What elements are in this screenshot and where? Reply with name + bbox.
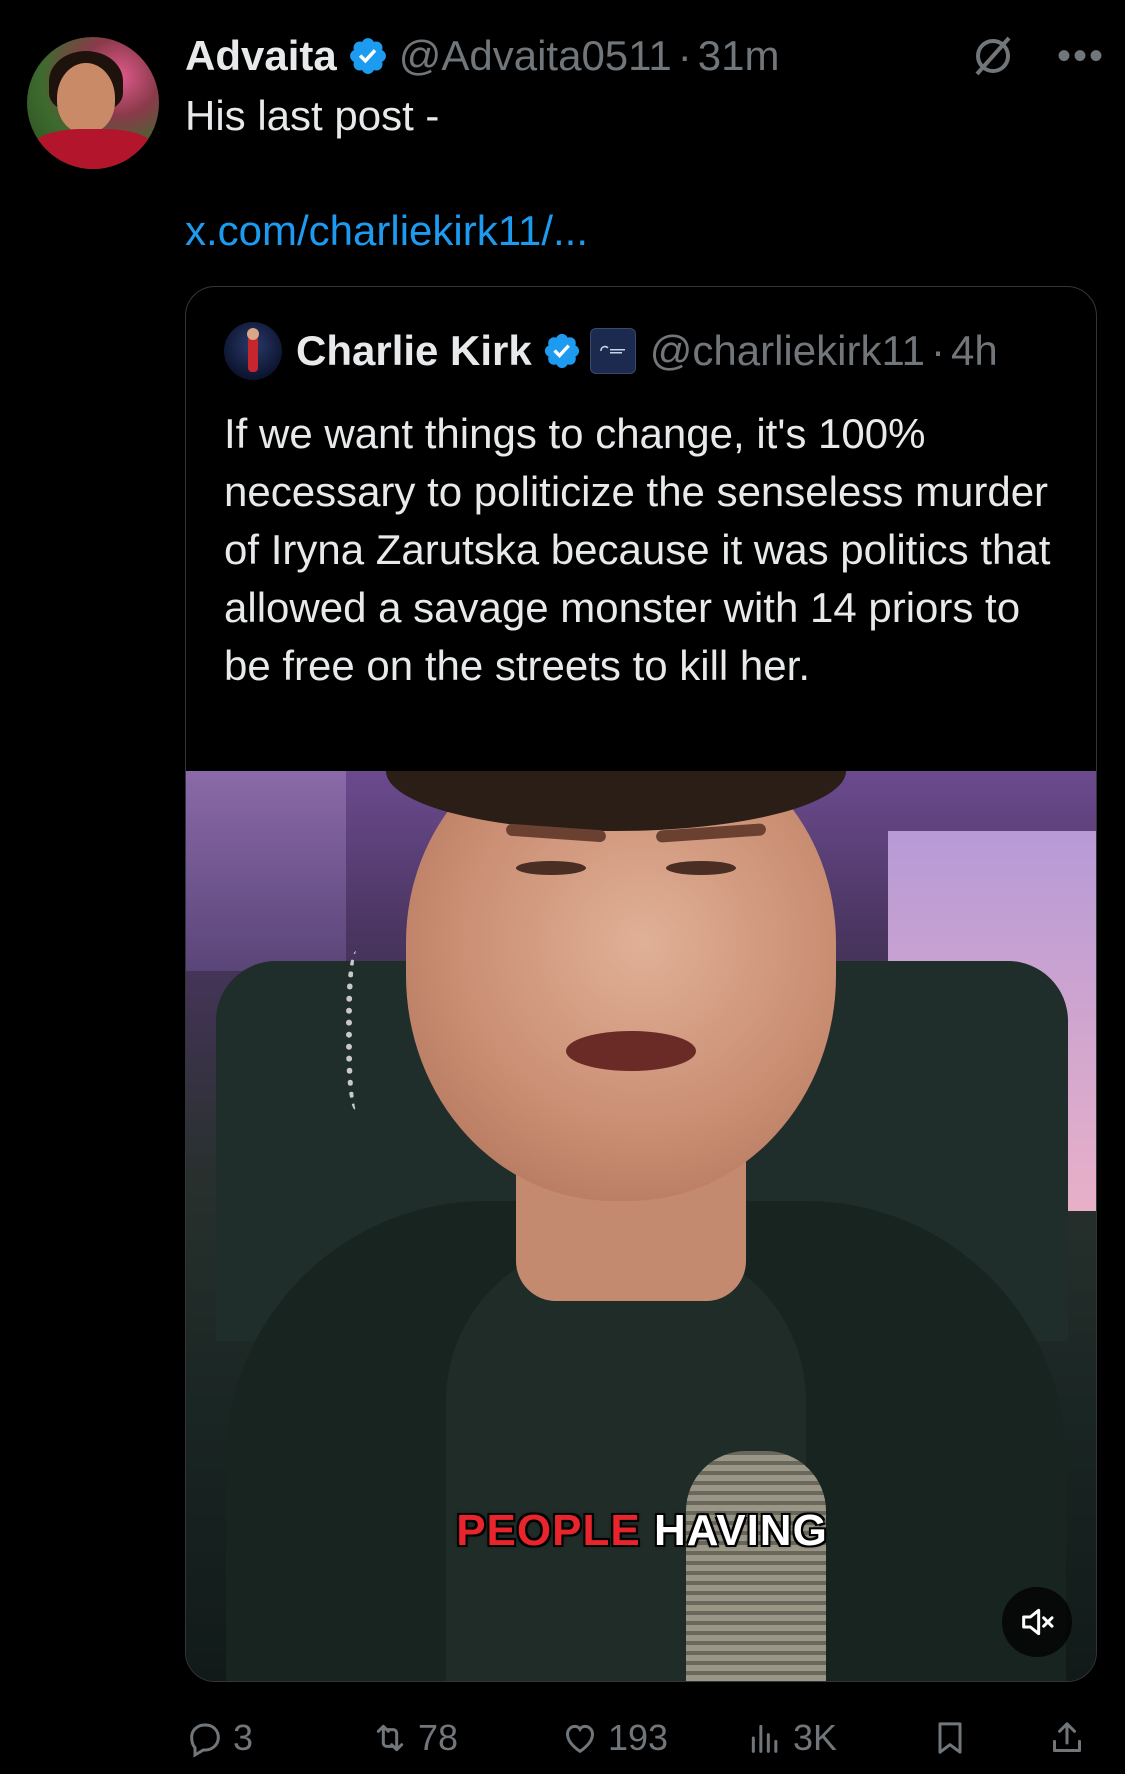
- video-mouth: [566, 1031, 696, 1071]
- verified-badge-icon[interactable]: [542, 331, 582, 371]
- like-button[interactable]: 193: [560, 1710, 668, 1766]
- post-link[interactable]: x.com/charliekirk11/...: [185, 205, 588, 257]
- share-button[interactable]: [1047, 1710, 1095, 1766]
- author-name[interactable]: Advaita: [185, 32, 337, 80]
- separator-dot: ·: [931, 327, 946, 374]
- views-icon: [751, 1724, 778, 1753]
- video-player[interactable]: PEOPLE HAVING: [186, 771, 1096, 1681]
- video-earpiece: [346, 951, 372, 1111]
- quoted-author-name[interactable]: Charlie Kirk: [296, 327, 532, 375]
- tweet[interactable]: Advaita @Advaita0511 · 31m ••• His last …: [0, 0, 1125, 1774]
- quoted-avatar[interactable]: [224, 322, 282, 380]
- author-handle[interactable]: @Advaita0511: [399, 32, 672, 80]
- repost-icon: [376, 1724, 404, 1752]
- video-eye-left: [516, 861, 586, 875]
- grok-icon[interactable]: [969, 32, 1017, 80]
- video-eye-right: [666, 861, 736, 875]
- bookmark-icon: [938, 1722, 962, 1754]
- reply-button[interactable]: 3: [185, 1710, 253, 1766]
- reply-icon: [190, 1723, 220, 1758]
- views-button[interactable]: 3K: [745, 1710, 837, 1766]
- verified-badge-icon[interactable]: [347, 35, 389, 77]
- caption-word-1: PEOPLE: [456, 1506, 641, 1555]
- avatar-figure: [248, 336, 258, 372]
- more-icon[interactable]: •••: [1057, 36, 1105, 76]
- avatar-face: [57, 63, 115, 133]
- heart-icon: [565, 1724, 595, 1754]
- reply-count: 3: [233, 1717, 254, 1758]
- video-background-left: [186, 771, 346, 971]
- avatar-head: [247, 328, 259, 340]
- author-avatar[interactable]: [27, 37, 159, 169]
- tweet-header: Advaita @Advaita0511 · 31m: [185, 30, 779, 82]
- action-bar: 3 78 193 3K: [185, 1710, 1097, 1766]
- video-face: [406, 771, 836, 1201]
- video-caption: PEOPLE HAVING: [186, 1506, 1096, 1556]
- post-text: His last post -: [185, 92, 440, 139]
- muted-speaker-icon: [1022, 1608, 1054, 1636]
- repost-button[interactable]: 78: [370, 1710, 458, 1766]
- share-icon: [1053, 1722, 1081, 1752]
- mute-button[interactable]: [1002, 1587, 1072, 1657]
- top-actions: •••: [969, 30, 1105, 82]
- quoted-text: If we want things to change, it's 100% n…: [224, 410, 1051, 689]
- quoted-header: Charlie Kirk @charliekirk11 · 4h: [224, 321, 998, 381]
- affiliation-badge-icon[interactable]: [589, 328, 636, 374]
- separator-dot: ·: [677, 32, 692, 79]
- video-microphone: [686, 1451, 826, 1681]
- bookmark-button[interactable]: [930, 1710, 978, 1766]
- view-count: 3K: [793, 1717, 838, 1758]
- quoted-tweet[interactable]: Charlie Kirk @charliekirk11 · 4h If we w…: [185, 286, 1097, 1682]
- repost-count: 78: [418, 1717, 459, 1758]
- quoted-time[interactable]: 4h: [951, 327, 998, 375]
- post-time[interactable]: 31m: [698, 32, 780, 80]
- avatar-clothing: [27, 129, 159, 169]
- like-count: 193: [608, 1717, 669, 1758]
- affiliation-logo-icon: [600, 345, 625, 354]
- caption-word-2: HAVING: [653, 1506, 828, 1555]
- quoted-author-handle[interactable]: @charliekirk11: [650, 327, 925, 375]
